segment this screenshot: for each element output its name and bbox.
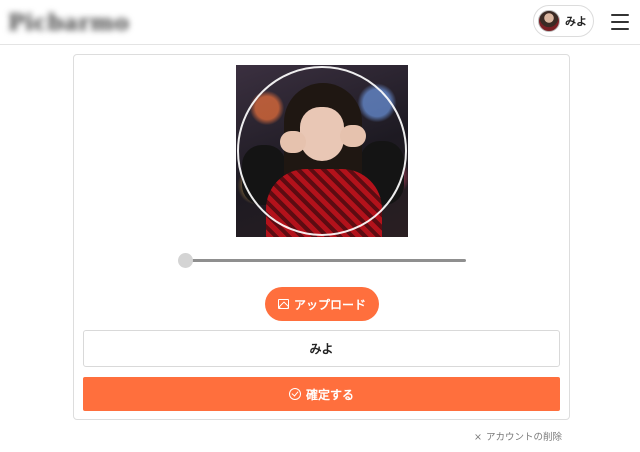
profile-edit-card: アップロード 確定する	[73, 54, 570, 420]
user-name: みよ	[565, 15, 587, 28]
user-menu-button[interactable]: みよ	[533, 5, 594, 37]
menu-line	[611, 14, 629, 16]
site-logo[interactable]: Picbarmo	[8, 10, 129, 36]
confirm-button[interactable]: 確定する	[83, 377, 560, 411]
menu-line	[611, 21, 629, 23]
slider-track[interactable]	[182, 259, 466, 262]
avatar	[538, 10, 560, 32]
top-header: Picbarmo みよ	[0, 0, 640, 45]
slider-thumb[interactable]	[178, 253, 193, 268]
hamburger-menu-icon[interactable]	[611, 14, 629, 30]
crop-circle-guide	[237, 66, 407, 236]
close-icon: ×	[474, 432, 482, 443]
confirm-button-label: 確定する	[305, 387, 354, 402]
check-circle-icon	[288, 388, 301, 400]
profile-photo-crop[interactable]	[236, 65, 408, 237]
delete-account-label: アカウントの削除	[485, 432, 562, 443]
upload-button-label: アップロード	[293, 297, 366, 312]
menu-line	[611, 28, 629, 30]
zoom-slider[interactable]	[178, 252, 466, 268]
image-icon	[277, 299, 289, 309]
display-name-input[interactable]	[83, 330, 560, 367]
upload-button[interactable]: アップロード	[265, 287, 379, 321]
delete-account-link[interactable]: × アカウントの削除	[474, 429, 562, 443]
